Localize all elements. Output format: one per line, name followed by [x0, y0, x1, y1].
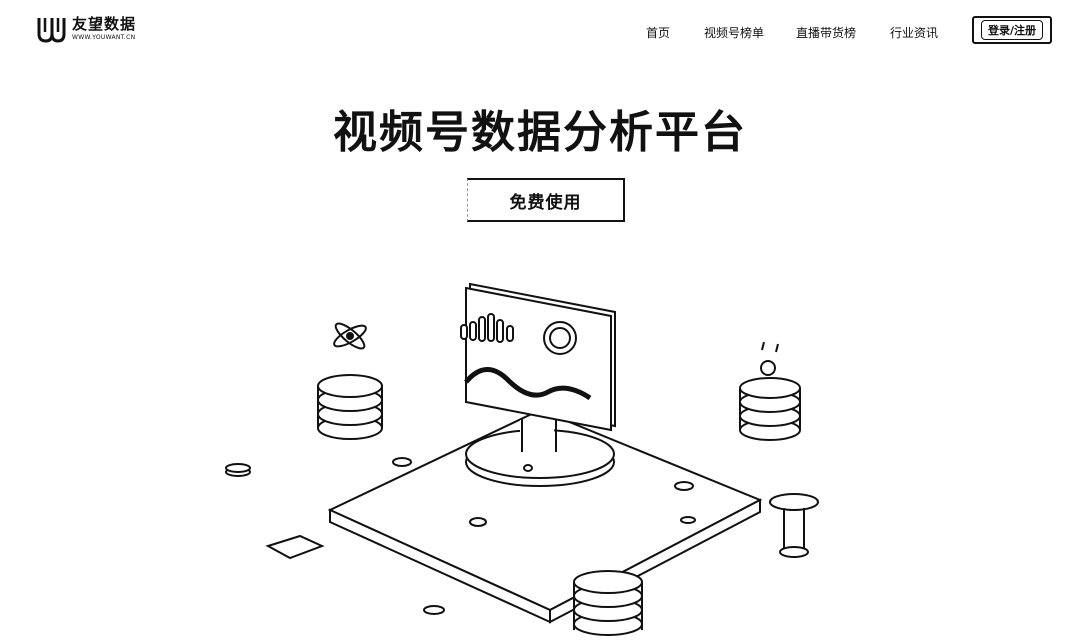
pedestal — [465, 418, 615, 487]
nav-item-live-sales-ranking[interactable]: 直播带货榜 — [796, 24, 856, 41]
coin-stack-right — [739, 341, 801, 441]
site-header: 友望数据 WWW.YOUWANT.CN 首页 视频号榜单 直播带货榜 行业资讯 … — [0, 0, 1080, 62]
nav-item-home[interactable]: 首页 — [646, 24, 670, 41]
free-trial-button[interactable]: 免费使用 — [467, 178, 625, 222]
atom-decoration — [333, 322, 367, 350]
coin-stack-bottom — [573, 570, 643, 636]
login-register-label: 登录/注册 — [980, 20, 1044, 40]
coin-small-left — [225, 463, 251, 477]
main-nav: 首页 视频号榜单 直播带货榜 行业资讯 — [0, 24, 1080, 44]
nav-item-video-ranking[interactable]: 视频号榜单 — [704, 24, 764, 41]
page-title: 视频号数据分析平台 — [333, 107, 747, 158]
login-register-button[interactable]: 登录/注册 — [972, 16, 1052, 44]
post-right — [769, 493, 819, 558]
coin-stack-left — [317, 374, 383, 440]
card-decoration — [265, 534, 325, 560]
nav-item-industry-news[interactable]: 行业资讯 — [890, 24, 938, 41]
hero-illustration — [225, 282, 819, 636]
monitor — [460, 282, 616, 432]
